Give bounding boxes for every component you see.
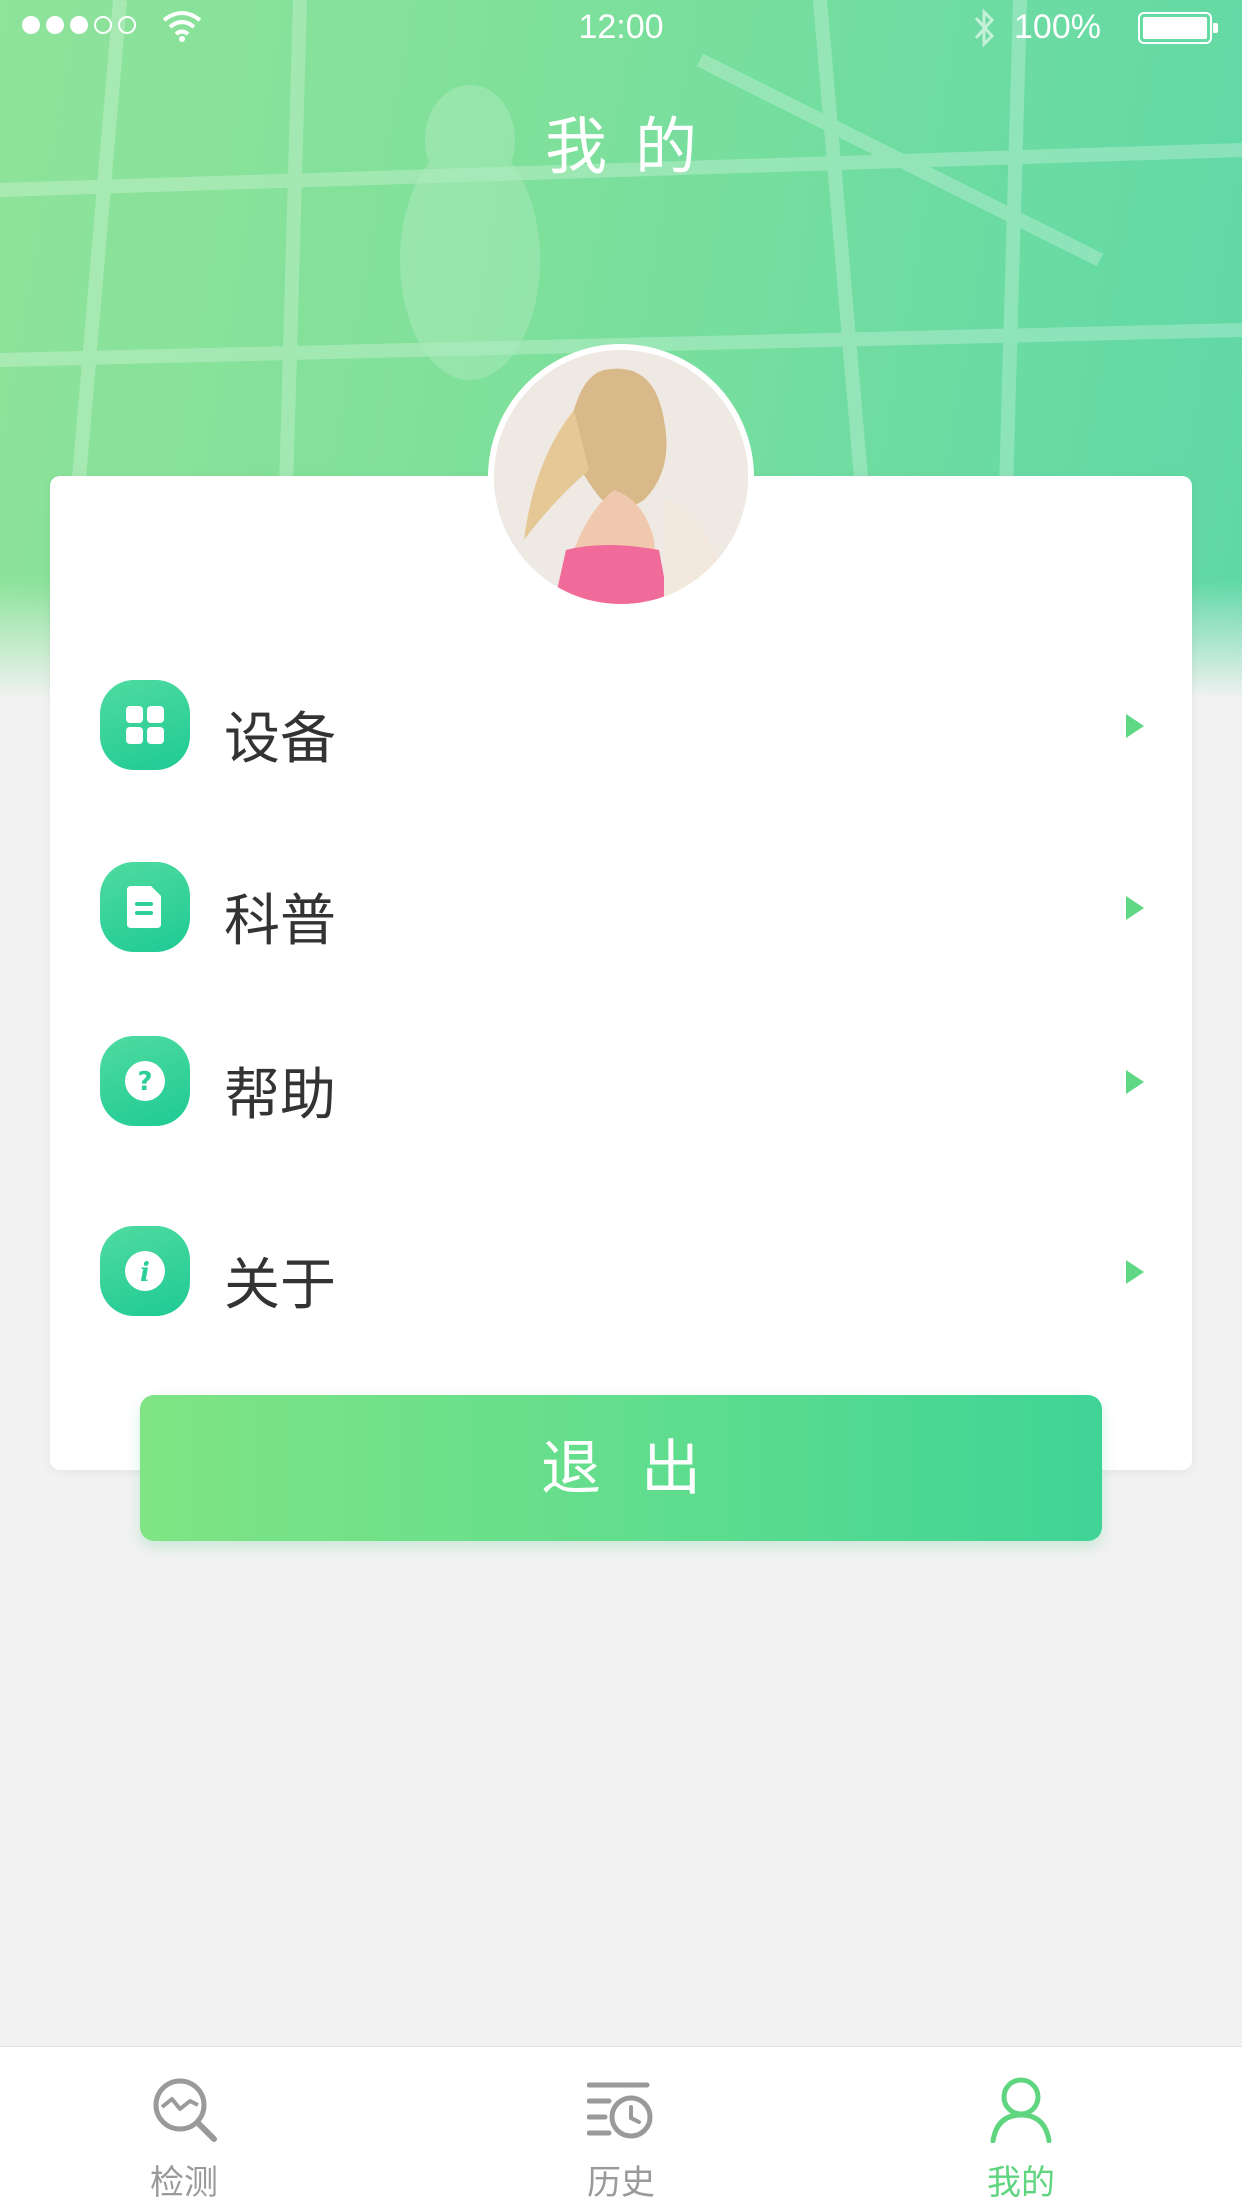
tab-profile[interactable]: 我的 [921, 2047, 1121, 2209]
history-icon [587, 2082, 653, 2139]
tab-history[interactable]: 历史 [521, 2047, 721, 2209]
logout-button[interactable]: 退出 [140, 1395, 1102, 1541]
status-bar: 12:00 100% [0, 0, 1242, 56]
menu-item-about[interactable]: i 关于 [50, 1192, 1192, 1352]
battery-percentage: 100% [1014, 8, 1101, 46]
profile-icon [990, 2077, 1052, 2143]
info-icon: i [100, 1226, 190, 1316]
document-icon [100, 862, 190, 952]
chevron-right-icon [1126, 1260, 1144, 1284]
menu-item-help[interactable]: ? 帮助 [50, 1002, 1192, 1162]
svg-text:?: ? [137, 1067, 152, 1097]
menu-item-label: 帮助 [224, 1063, 336, 1128]
menu-item-label: 关于 [224, 1253, 336, 1318]
battery-icon [1138, 12, 1218, 44]
detect-icon [153, 2078, 217, 2142]
chevron-right-icon [1126, 1070, 1144, 1094]
tab-bar: 检测 历史 我的 [0, 2046, 1242, 2209]
avatar[interactable] [488, 344, 754, 610]
bluetooth-icon [974, 8, 995, 48]
tab-label: 检测 [150, 2163, 218, 2203]
menu-item-label: 科普 [224, 889, 336, 954]
help-icon: ? [100, 1036, 190, 1126]
tab-detect[interactable]: 检测 [84, 2047, 284, 2209]
menu-item-science[interactable]: 科普 [50, 828, 1192, 988]
chevron-right-icon [1126, 714, 1144, 738]
page-title: 我的 [544, 110, 725, 183]
avatar-photo [494, 350, 748, 604]
grid-icon [100, 680, 190, 770]
tab-label: 我的 [987, 2163, 1055, 2203]
tab-label: 历史 [587, 2163, 655, 2203]
svg-text:i: i [140, 1258, 150, 1288]
menu-item-device[interactable]: 设备 [50, 646, 1192, 806]
chevron-right-icon [1126, 896, 1144, 920]
menu-item-label: 设备 [224, 707, 336, 772]
